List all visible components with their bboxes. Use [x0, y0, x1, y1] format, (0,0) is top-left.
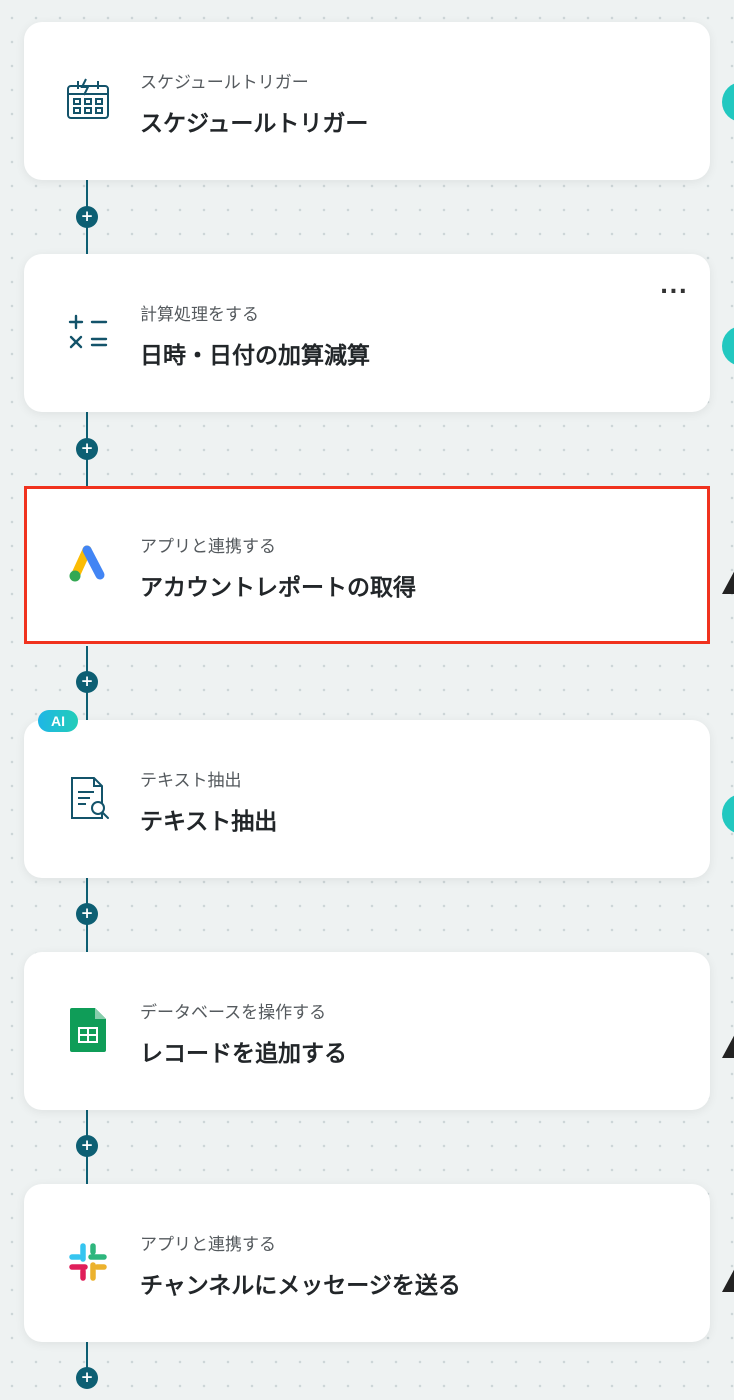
add-step-button[interactable]: + [76, 438, 98, 460]
ai-badge: AI [38, 710, 78, 732]
slack-icon [60, 1234, 116, 1290]
flow-step-card-text-extraction[interactable]: AI テキスト抽出 テキスト抽出 [24, 710, 710, 878]
step-category-label: テキスト抽出 [140, 771, 242, 791]
step-category-label: アプリと連携する [140, 537, 276, 557]
status-indicator [722, 794, 734, 834]
step-category-label: 計算処理をする [140, 305, 259, 325]
add-step-button[interactable]: + [76, 903, 98, 925]
step-category-label: スケジュールトリガー [140, 73, 309, 93]
flow-step-card-slack[interactable]: アプリと連携する チャンネルにメッセージを送る [24, 1184, 710, 1342]
step-category-label: アプリと連携する [140, 1235, 276, 1255]
flow-step-card-google-ads[interactable]: アプリと連携する アカウントレポートの取得 [24, 486, 710, 644]
document-search-icon [60, 770, 116, 826]
add-step-button[interactable]: + [76, 206, 98, 228]
warning-indicator [722, 1266, 734, 1292]
flow-step-card-schedule-trigger[interactable]: スケジュールトリガー スケジュールトリガー [24, 22, 710, 180]
schedule-calendar-icon [60, 72, 116, 128]
add-step-button[interactable]: + [76, 1367, 98, 1389]
step-title: アカウントレポートの取得 [140, 575, 416, 601]
warning-indicator [722, 1032, 734, 1058]
flow-step-card-google-sheets[interactable]: データベースを操作する レコードを追加する [24, 952, 710, 1110]
google-ads-icon [60, 536, 116, 592]
more-options-button[interactable]: ... [660, 274, 688, 299]
step-title: チャンネルにメッセージを送る [140, 1273, 461, 1299]
step-title: スケジュールトリガー [140, 111, 369, 137]
add-step-button[interactable]: + [76, 1135, 98, 1157]
math-operators-icon [60, 304, 116, 360]
warning-indicator [722, 568, 734, 594]
status-indicator [722, 326, 734, 366]
step-title: テキスト抽出 [140, 809, 278, 835]
step-category-label: データベースを操作する [140, 1003, 327, 1023]
step-title: 日時・日付の加算減算 [140, 343, 370, 369]
step-title: レコードを追加する [140, 1041, 347, 1067]
google-sheets-icon [60, 1002, 116, 1058]
add-step-button[interactable]: + [76, 671, 98, 693]
status-indicator [722, 82, 734, 122]
flow-step-card-calculation[interactable]: ... 計算処理をする 日時・日付の加算減算 [24, 254, 710, 412]
